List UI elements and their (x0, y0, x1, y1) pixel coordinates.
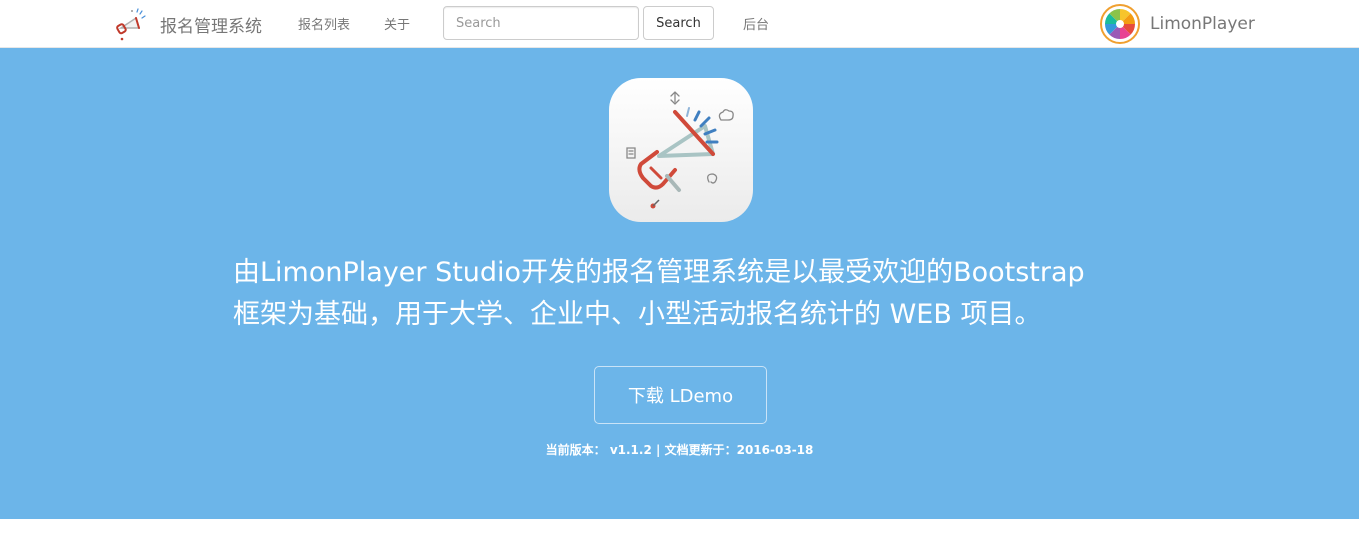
avatar (1100, 4, 1140, 44)
brand-title: 报名管理系统 (160, 16, 262, 37)
version-value: v1.1.2 (609, 443, 652, 457)
user-name: LimonPlayer (1150, 14, 1255, 34)
nav-link-about[interactable]: 关于 (384, 14, 410, 33)
version-separator: | (656, 443, 661, 457)
megaphone-logo-icon (112, 6, 148, 42)
top-navbar: 报名管理系统 报名列表 关于 Search 后台 (0, 0, 1359, 48)
nav-link-signup-list[interactable]: 报名列表 (298, 14, 350, 33)
user-menu[interactable]: LimonPlayer (1100, 3, 1255, 45)
search-input[interactable] (443, 6, 639, 40)
hero-description-line-2: 框架为基础，用于大学、企业中、小型活动报名统计的 WEB 项目。 (233, 299, 1042, 330)
brand-link[interactable]: 报名管理系统 (112, 5, 262, 43)
hero-section: 由LimonPlayer Studio开发的报名管理系统是以最受欢迎的Boots… (0, 48, 1359, 519)
download-button[interactable]: 下载 LDemo (594, 366, 767, 424)
version-info: 当前版本： v1.1.2 | 文档更新于：2016-03-18 (0, 441, 1359, 458)
updated-label: 文档更新于： (664, 443, 737, 457)
search-button[interactable]: Search (643, 6, 714, 40)
nav-link-admin[interactable]: 后台 (743, 14, 769, 33)
version-label: 当前版本： (545, 443, 606, 457)
megaphone-icon (609, 78, 753, 222)
updated-date: 2016-03-18 (736, 443, 814, 457)
hero-description-line-1: 由LimonPlayer Studio开发的报名管理系统是以最受欢迎的Boots… (233, 257, 1085, 288)
